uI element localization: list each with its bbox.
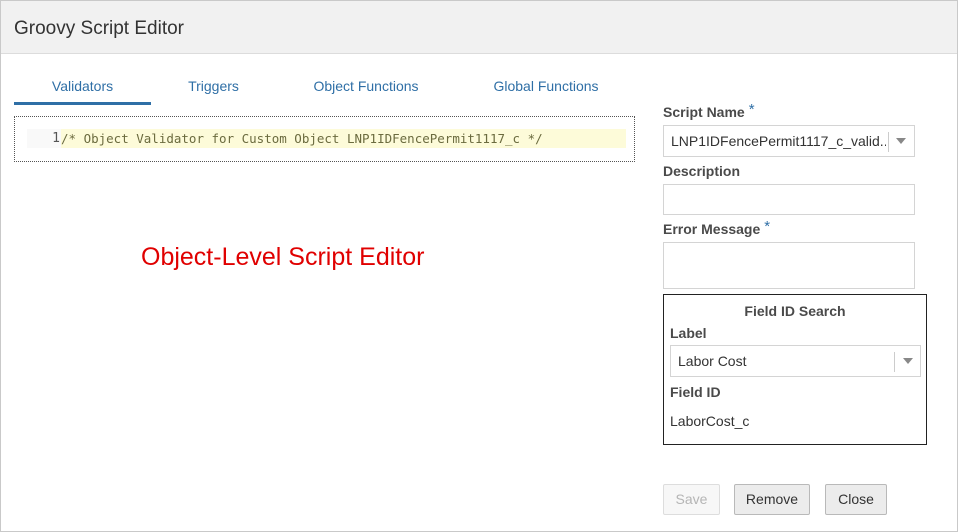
description-input[interactable] bbox=[663, 184, 915, 215]
description-label: Description bbox=[663, 163, 741, 179]
required-marker: * bbox=[764, 218, 771, 235]
field-id-label: Field ID bbox=[670, 384, 721, 400]
tab-label: Validators bbox=[51, 78, 114, 94]
script-name-label: Script Name * bbox=[663, 101, 755, 121]
save-button[interactable]: Save bbox=[663, 484, 720, 515]
label-select-value: Labor Cost bbox=[678, 353, 747, 369]
field-id-search-panel: Field ID Search Label Labor Cost Field I… bbox=[663, 294, 927, 445]
close-button[interactable]: Close bbox=[825, 484, 887, 515]
editor-content[interactable]: 1 /* Object Validator for Custom Object … bbox=[27, 129, 626, 148]
script-editor[interactable]: 1 /* Object Validator for Custom Object … bbox=[14, 116, 635, 162]
chevron-down-icon[interactable] bbox=[903, 358, 913, 364]
tab-label: Object Functions bbox=[313, 78, 419, 94]
tab-validators[interactable]: Validators bbox=[14, 75, 151, 105]
error-message-textarea[interactable] bbox=[663, 242, 915, 289]
field-id-value: LaborCost_c bbox=[670, 413, 750, 429]
label-select[interactable]: Labor Cost bbox=[670, 345, 921, 377]
select-separator bbox=[894, 352, 895, 372]
tab-object-functions[interactable]: Object Functions bbox=[276, 75, 456, 105]
script-name-value: LNP1IDFencePermit1117_c_valid... bbox=[671, 133, 886, 149]
field-id-search-title: Field ID Search bbox=[744, 303, 846, 319]
dialog-title: Groovy Script Editor bbox=[14, 18, 184, 39]
select-separator bbox=[888, 132, 889, 152]
script-name-label-text: Script Name bbox=[663, 104, 745, 120]
tab-label: Triggers bbox=[188, 78, 239, 94]
tab-global-functions[interactable]: Global Functions bbox=[456, 75, 636, 105]
tab-label: Global Functions bbox=[493, 78, 599, 94]
dialog-window: Groovy Script Editor Validators Triggers… bbox=[0, 0, 958, 532]
remove-button[interactable]: Remove bbox=[734, 484, 810, 515]
chevron-down-icon[interactable] bbox=[896, 138, 906, 144]
tab-triggers[interactable]: Triggers bbox=[151, 75, 276, 105]
error-message-label-text: Error Message bbox=[663, 221, 761, 237]
code-line[interactable]: /* Object Validator for Custom Object LN… bbox=[61, 129, 626, 148]
line-number: 1 bbox=[52, 131, 60, 146]
required-marker: * bbox=[748, 101, 755, 118]
script-name-select[interactable]: LNP1IDFencePermit1117_c_valid... bbox=[663, 125, 915, 157]
label-field-label: Label bbox=[670, 325, 707, 341]
error-message-label: Error Message * bbox=[663, 218, 771, 238]
dialog-header: Groovy Script Editor bbox=[1, 1, 957, 54]
tab-bar: Validators Triggers Object Functions Glo… bbox=[14, 75, 634, 105]
annotation-label: Object-Level Script Editor bbox=[141, 243, 425, 271]
